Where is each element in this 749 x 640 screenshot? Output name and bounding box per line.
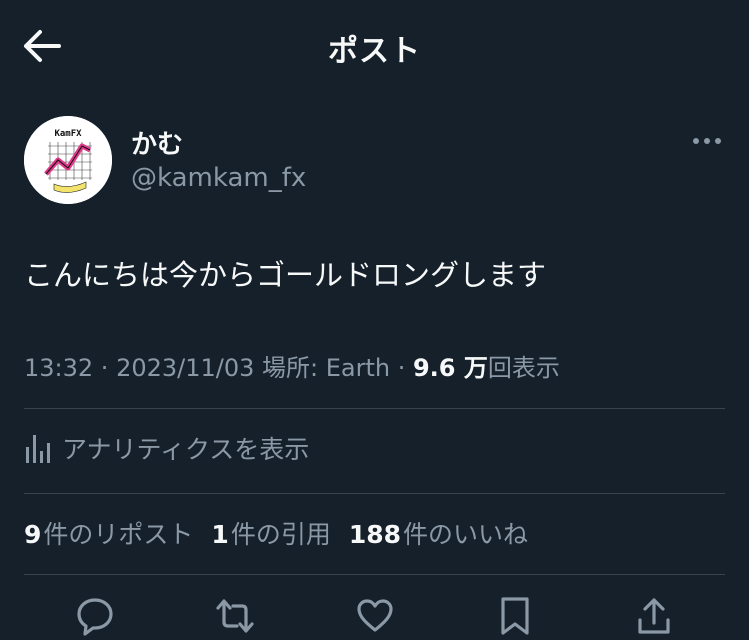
reply-button[interactable] — [75, 596, 115, 636]
divider — [24, 408, 725, 409]
tweet-date[interactable]: 2023/11/03 — [116, 354, 254, 382]
page-title: ポスト — [328, 34, 421, 69]
avatar[interactable]: KamFX — [24, 116, 112, 204]
more-options-button[interactable] — [690, 128, 724, 154]
quotes-stat[interactable]: 1件の引用 — [211, 515, 330, 551]
reply-icon — [77, 598, 113, 636]
views-count: 9.6 万 — [412, 354, 488, 382]
divider — [24, 493, 725, 494]
more-horizontal-icon — [693, 138, 721, 144]
author-handle[interactable]: @kamkam_fx — [131, 163, 306, 193]
tweet-time[interactable]: 13:32 — [24, 354, 93, 382]
meta-separator: · — [93, 354, 117, 382]
quotes-label: 件の引用 — [230, 520, 331, 549]
share-button[interactable] — [634, 596, 674, 636]
reposts-label: 件のリポスト — [43, 520, 194, 549]
kamfx-logo-icon: KamFX — [24, 116, 112, 204]
views-label: 回表示 — [487, 354, 560, 382]
likes-count: 188 — [348, 520, 402, 549]
reposts-count: 9 — [24, 520, 42, 549]
analytics-label: アナリティクスを表示 — [62, 435, 310, 464]
repost-button[interactable] — [215, 596, 255, 636]
retweet-icon — [216, 599, 254, 633]
svg-text:KamFX: KamFX — [54, 129, 82, 139]
meta-separator: · — [390, 354, 413, 382]
divider — [24, 574, 725, 575]
tweet-location: Earth — [325, 354, 391, 382]
engagement-stats: 9件のリポスト 1件の引用 188件のいいね — [24, 515, 546, 551]
reposts-stat[interactable]: 9件のリポスト — [24, 515, 193, 551]
view-analytics-button[interactable]: アナリティクスを表示 — [24, 428, 309, 468]
header: ポスト — [0, 0, 749, 92]
bar-chart-icon — [26, 435, 50, 463]
tweet-meta: 13:32 · 2023/11/03 場所: Earth · 9.6 万回表示 — [24, 348, 560, 383]
share-icon — [638, 598, 670, 634]
like-button[interactable] — [355, 596, 395, 636]
location-label: 場所: — [254, 354, 326, 382]
likes-stat[interactable]: 188件のいいね — [349, 515, 528, 551]
likes-label: 件のいいね — [403, 520, 529, 549]
quotes-count: 1 — [211, 520, 229, 549]
heart-icon — [357, 599, 393, 632]
action-bar — [0, 596, 749, 636]
bookmark-icon — [501, 597, 529, 635]
bookmark-button[interactable] — [495, 596, 535, 636]
author-name[interactable]: かむ — [131, 124, 183, 161]
tweet-text: こんにちは今からゴールドロングします — [24, 258, 547, 292]
